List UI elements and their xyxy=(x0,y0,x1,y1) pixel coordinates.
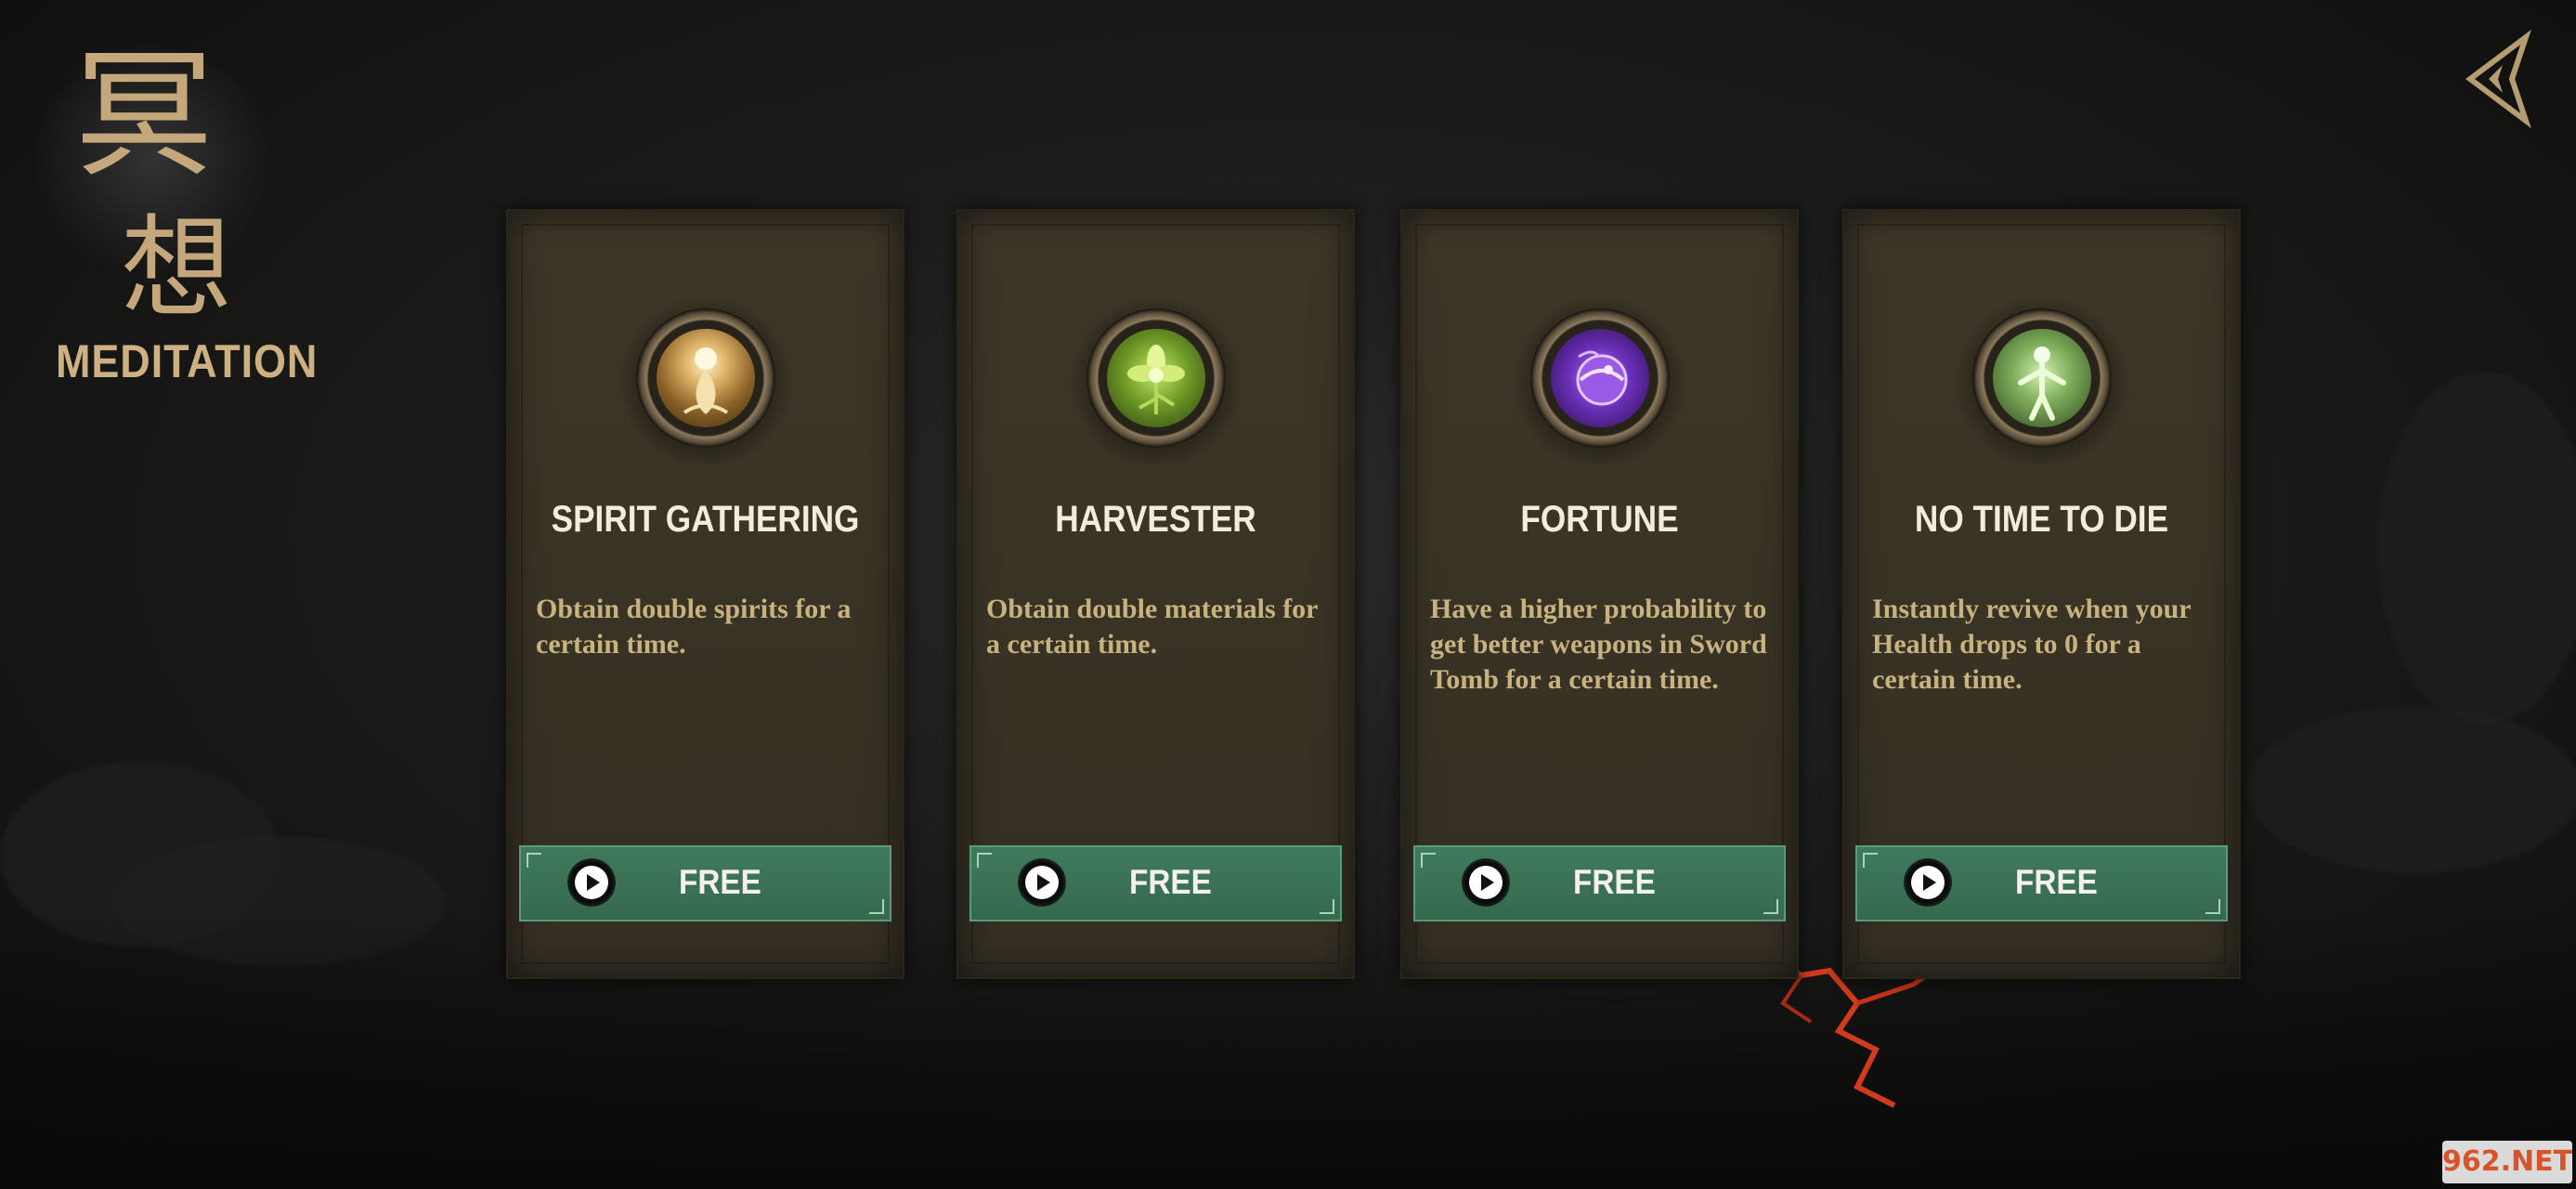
card-fortune: FORTUNE Have a higher probability to get… xyxy=(1400,209,1799,979)
card-title: HARVESTER xyxy=(1055,499,1256,540)
card-title: NO TIME TO DIE xyxy=(1914,499,2169,540)
background-rock xyxy=(2377,372,2576,725)
back-arrow-icon xyxy=(2465,29,2531,129)
card-harvester: HARVESTER Obtain double materials for a … xyxy=(956,209,1355,979)
play-video-icon xyxy=(567,858,616,907)
free-button-label: FREE xyxy=(2015,863,2098,901)
card-no-time-to-die: NO TIME TO DIE Instantly revive when you… xyxy=(1842,209,2241,979)
no-time-to-die-icon-frame xyxy=(1953,294,2130,471)
meditation-logo: 冥 想 MEDITATION xyxy=(37,28,317,387)
spirit-gathering-icon-frame xyxy=(617,294,794,471)
logo-kanji-bottom: 想 xyxy=(121,204,232,333)
logo-kanji-top: 冥 xyxy=(74,35,215,197)
free-button-fortune[interactable]: FREE xyxy=(1413,845,1786,921)
free-button-label: FREE xyxy=(679,863,761,901)
card-spirit-gathering: SPIRIT GATHERING Obtain double spirits f… xyxy=(506,209,904,979)
free-button-label: FREE xyxy=(1129,863,1212,901)
free-button-spirit-gathering[interactable]: FREE xyxy=(519,845,891,921)
card-description: Instantly revive when your Health drops … xyxy=(1872,594,2192,695)
play-video-icon xyxy=(1018,858,1066,907)
harvester-icon-frame xyxy=(1067,294,1244,471)
fortune-icon-frame xyxy=(1511,294,1688,471)
free-button-harvester[interactable]: FREE xyxy=(969,845,1342,921)
spirit-meditation-icon xyxy=(656,329,755,427)
free-button-label: FREE xyxy=(1573,863,1656,901)
back-button[interactable] xyxy=(2452,28,2544,130)
play-video-icon xyxy=(1462,858,1510,907)
site-watermark: 962.NET xyxy=(2442,1141,2572,1183)
purple-orb-icon xyxy=(1550,329,1649,427)
card-title: SPIRIT GATHERING xyxy=(551,499,860,540)
card-description: Have a higher probability to get better … xyxy=(1430,594,1767,695)
play-video-icon xyxy=(1904,858,1952,907)
card-description: Obtain double spirits for a certain time… xyxy=(536,594,852,660)
free-button-no-time-to-die[interactable]: FREE xyxy=(1855,845,2228,921)
screen-title: MEDITATION xyxy=(56,335,319,387)
background-rock xyxy=(2247,706,2576,873)
revive-figure-icon xyxy=(1992,329,2091,427)
card-description: Obtain double materials for a certain ti… xyxy=(986,594,1318,660)
card-title: FORTUNE xyxy=(1520,499,1679,540)
flower-icon xyxy=(1106,329,1205,427)
